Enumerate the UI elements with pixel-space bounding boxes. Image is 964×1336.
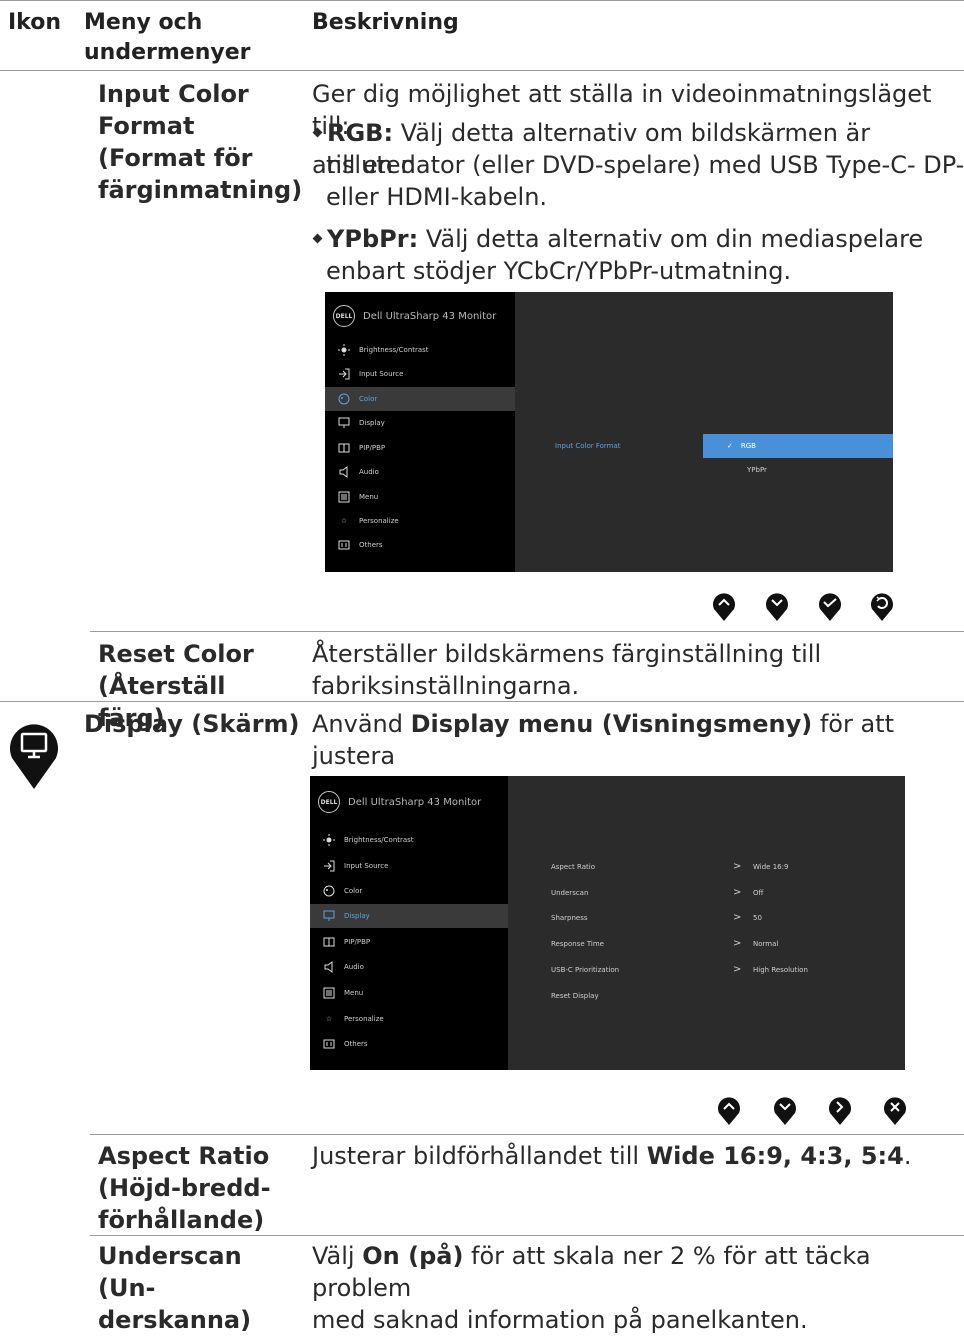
up-button-icon[interactable] [711,590,737,622]
reset-color-desc: Återställer bildskärmens färginställning… [312,640,822,700]
check-icon: ✓ [727,442,733,450]
star-icon: ☆ [325,1015,333,1023]
osd-menu-input-source[interactable]: Input Source [325,364,515,384]
aspect-ratio-desc: Justerar bildförhållandet till Wide 16:9… [312,1142,912,1170]
osd-row-reset-label[interactable]: Reset Display [551,992,599,1000]
underscan-name: Underscan (Un-derskanna) [98,1242,252,1334]
input-icon [337,367,351,381]
col-menu-header: Meny och undermenyer [84,10,251,65]
chevron-right-icon: > [733,887,742,898]
down-button-icon[interactable] [772,1094,798,1126]
right-button-icon[interactable] [827,1094,853,1126]
osd-menu-audio[interactable]: Audio [325,462,515,482]
osd-row-underscan-label[interactable]: Underscan [551,889,588,897]
down-button-icon[interactable] [764,590,790,622]
osd-option-rgb[interactable]: ✓ RGB [703,434,893,458]
input-color-format-name: Input Color Format (Format för färginmatnin… [98,80,303,204]
osd-menu-audio[interactable]: Audio [310,957,508,977]
pip-icon [337,441,351,455]
col-desc-header: Beskrivning [312,10,459,35]
osd-menu-menu[interactable]: Menu [325,487,515,507]
chevron-right-icon: > [733,861,742,872]
osd-menu-others[interactable]: Others [310,1034,508,1054]
osd-brand: DELL Dell UltraSharp 43 Monitor [333,305,496,327]
back-button-icon[interactable] [869,590,895,622]
osd-color-screenshot: DELL Dell UltraSharp 43 Monitor Brightne… [325,292,893,572]
osd-menu-others[interactable]: Others [325,535,515,555]
osd-menu-display[interactable]: Display [310,904,508,928]
osd-brand: DELL Dell UltraSharp 43 Monitor [318,791,481,813]
osd-display-screenshot: DELL Dell UltraSharp 43 Monitor Brightne… [310,776,905,1070]
osd-row-usbc-value: High Resolution [753,966,808,974]
osd-option-ypbpr[interactable]: YPbPr [747,466,767,474]
monitor-icon [337,416,351,430]
palette-icon [322,884,336,898]
dell-logo: DELL [318,791,340,813]
sun-icon [322,833,336,847]
osd-menu-color[interactable]: Color [325,387,515,411]
ypbpr-text-cont: enbart stödjer YCbCr/YPbPr-utmatning. [326,257,792,285]
osd-menu-personalize[interactable]: ☆ Personalize [325,511,515,531]
speaker-icon [337,465,351,479]
osd-menu-menu[interactable]: Menu [310,983,508,1003]
osd-row-aspect-value: Wide 16:9 [753,863,789,871]
osd-row-sharpness-label[interactable]: Sharpness [551,914,588,922]
menu-icon [337,490,351,504]
rgb-label: RGB: [327,119,394,147]
col-icon-header: Ikon [8,10,62,35]
speaker-icon [322,960,336,974]
chevron-right-icon: > [733,938,742,949]
osd-menu-pip[interactable]: PIP/PBP [325,438,515,458]
osd-row-aspect-label[interactable]: Aspect Ratio [551,863,595,871]
others-icon [322,1037,336,1051]
osd-row-usbc-label[interactable]: USB-C Prioritization [551,966,619,974]
monitor-icon [322,909,336,923]
osd-row-underscan-value: Off [753,889,764,897]
underscan-desc: Välj On (på) för att skala ner 2 % för a… [312,1242,871,1334]
chevron-right-icon: > [733,912,742,923]
confirm-button-icon[interactable] [817,590,843,622]
osd-row-response-label[interactable]: Response Time [551,940,604,948]
menu-icon [322,986,336,1000]
sun-icon [337,343,351,357]
osd-menu-personalize[interactable]: ☆ Personalize [310,1009,508,1029]
osd-menu-pip[interactable]: PIP/PBP [310,932,508,952]
osd-setting-label: Input Color Format [555,442,621,450]
osd-menu-brightness[interactable]: Brightness/Contrast [325,340,515,360]
osd-menu-display[interactable]: Display [325,413,515,433]
osd-menu-brightness[interactable]: Brightness/Contrast [310,830,508,850]
aspect-ratio-name: Aspect Ratio (Höjd-bredd-förhållande) [98,1142,271,1234]
star-icon: ☆ [340,517,348,525]
osd-row-sharpness-value: 50 [753,914,762,922]
pip-icon [322,935,336,949]
input-icon [322,859,336,873]
ypbpr-label: YPbPr: [327,225,419,253]
ypbpr-bullet: YPbPr: Välj detta alternativ om din medi… [312,223,952,255]
exit-button-icon[interactable] [882,1094,908,1126]
palette-icon [337,392,351,406]
osd-menu-color[interactable]: Color [310,881,508,901]
rgb-text-cont: till en dator (eller DVD-spelare) med US… [326,151,964,211]
display-monitor-icon [9,724,59,789]
display-name: Display (Skärm) [84,710,300,738]
up-button-icon[interactable] [716,1094,742,1126]
dell-logo: DELL [333,305,355,327]
chevron-right-icon: > [733,964,742,975]
osd-row-response-value: Normal [753,940,779,948]
ypbpr-text: Välj detta alternativ om din mediaspelar… [425,225,924,253]
osd-menu-input-source[interactable]: Input Source [310,856,508,876]
others-icon [337,538,351,552]
